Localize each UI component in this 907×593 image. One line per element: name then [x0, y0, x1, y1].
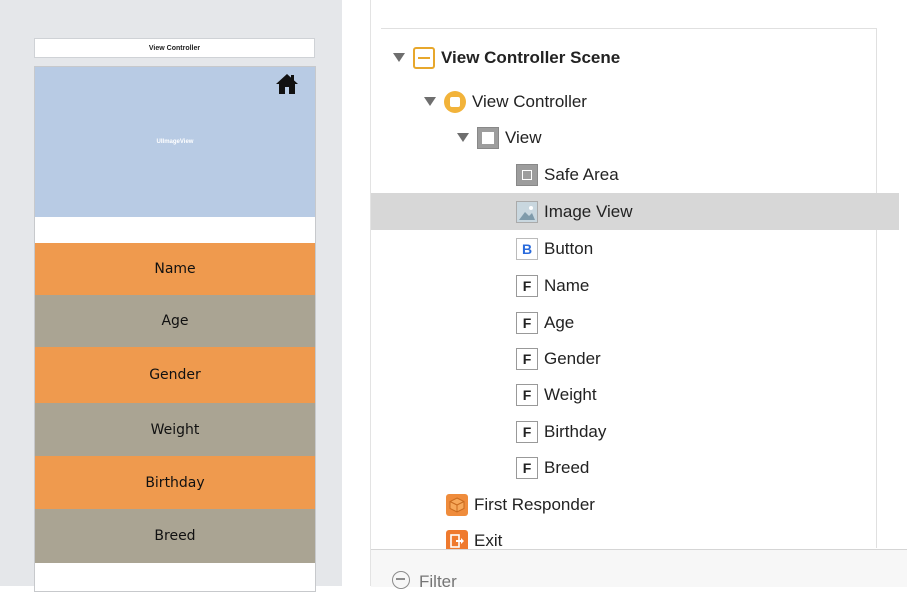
outline-row-view[interactable]: View [371, 119, 899, 156]
outline-row-gender[interactable]: F Gender [371, 340, 899, 377]
safe-area-icon [516, 163, 538, 186]
button-icon: B [516, 237, 538, 260]
text-field-icon: F [516, 420, 538, 443]
outline-row-label: Weight [544, 384, 597, 404]
disclosure-triangle-icon[interactable] [393, 53, 405, 62]
view-controller-title-bar[interactable]: View Controller [34, 38, 315, 58]
outline-row-age[interactable]: F Age [371, 304, 899, 341]
outline-row-label: View Controller Scene [441, 47, 621, 67]
image-view-label: UIImageView [156, 139, 194, 145]
outline-row-birthday[interactable]: F Birthday [371, 413, 899, 450]
text-field-icon: F [516, 311, 538, 334]
document-outline[interactable]: View Controller Scene View Controller Vi… [370, 0, 907, 593]
outline-row-first-responder[interactable]: First Responder [371, 486, 899, 523]
field-label: Age [161, 313, 189, 329]
filter-bar [371, 549, 907, 593]
outline-row-label: View Controller [472, 91, 587, 111]
outline-row-scene[interactable]: View Controller Scene [371, 39, 899, 76]
outline-row-view-controller[interactable]: View Controller [371, 83, 899, 120]
filter-input[interactable] [417, 571, 621, 593]
view-controller-canvas[interactable]: UIImageView Name Age Gender Weight Birth… [34, 66, 316, 592]
text-field-icon: F [516, 456, 538, 479]
disclosure-triangle-icon[interactable] [457, 133, 469, 142]
text-field-icon: F [516, 383, 538, 406]
outline-row-label: Button [544, 238, 594, 258]
view-icon [477, 126, 499, 149]
outline-row-label: Safe Area [544, 164, 619, 184]
house-icon [276, 74, 298, 94]
home-button[interactable] [275, 73, 299, 95]
birthday-field[interactable]: Birthday [35, 456, 315, 509]
view-controller-title: View Controller [148, 44, 201, 52]
outline-row-label: Image View [544, 201, 633, 221]
outline-divider [381, 28, 876, 29]
breed-field[interactable]: Breed [35, 509, 315, 563]
outline-row-button[interactable]: B Button [371, 230, 899, 267]
outline-row-label: Breed [544, 457, 590, 477]
name-field[interactable]: Name [35, 243, 315, 295]
outline-row-label: Gender [544, 348, 601, 368]
text-field-icon: F [516, 347, 538, 370]
outline-row-label: Exit [474, 530, 503, 550]
field-label: Birthday [145, 474, 205, 491]
field-label: Weight [150, 421, 200, 438]
outline-row-breed[interactable]: F Breed [371, 449, 899, 486]
text-field-icon: F [516, 274, 538, 297]
age-field[interactable]: Age [35, 295, 315, 347]
outline-row-weight[interactable]: F Weight [371, 376, 899, 413]
field-label: Name [154, 261, 196, 277]
field-label: Breed [154, 528, 196, 544]
storyboard-canvas[interactable]: View Controller UIImageView Name Age Gen… [0, 0, 342, 592]
outline-row-label: Birthday [544, 421, 607, 441]
disclosure-triangle-icon[interactable] [424, 97, 436, 106]
filter-icon[interactable] [392, 571, 410, 589]
outline-row-label: Name [544, 275, 590, 295]
outline-row-image-view[interactable]: Image View [371, 193, 899, 230]
outline-row-label: Age [544, 312, 575, 332]
image-view-icon [516, 200, 538, 223]
outline-row-label: View [505, 127, 542, 147]
outline-row-name[interactable]: F Name [371, 267, 899, 304]
view-controller-icon [444, 90, 466, 113]
first-responder-icon [446, 493, 468, 516]
image-view[interactable]: UIImageView [35, 67, 315, 217]
outline-row-safe-area[interactable]: Safe Area [371, 156, 899, 193]
outline-row-label: First Responder [474, 494, 595, 514]
weight-field[interactable]: Weight [35, 403, 315, 456]
field-label: Gender [149, 367, 201, 383]
scene-icon [413, 46, 435, 69]
gender-field[interactable]: Gender [35, 347, 315, 403]
